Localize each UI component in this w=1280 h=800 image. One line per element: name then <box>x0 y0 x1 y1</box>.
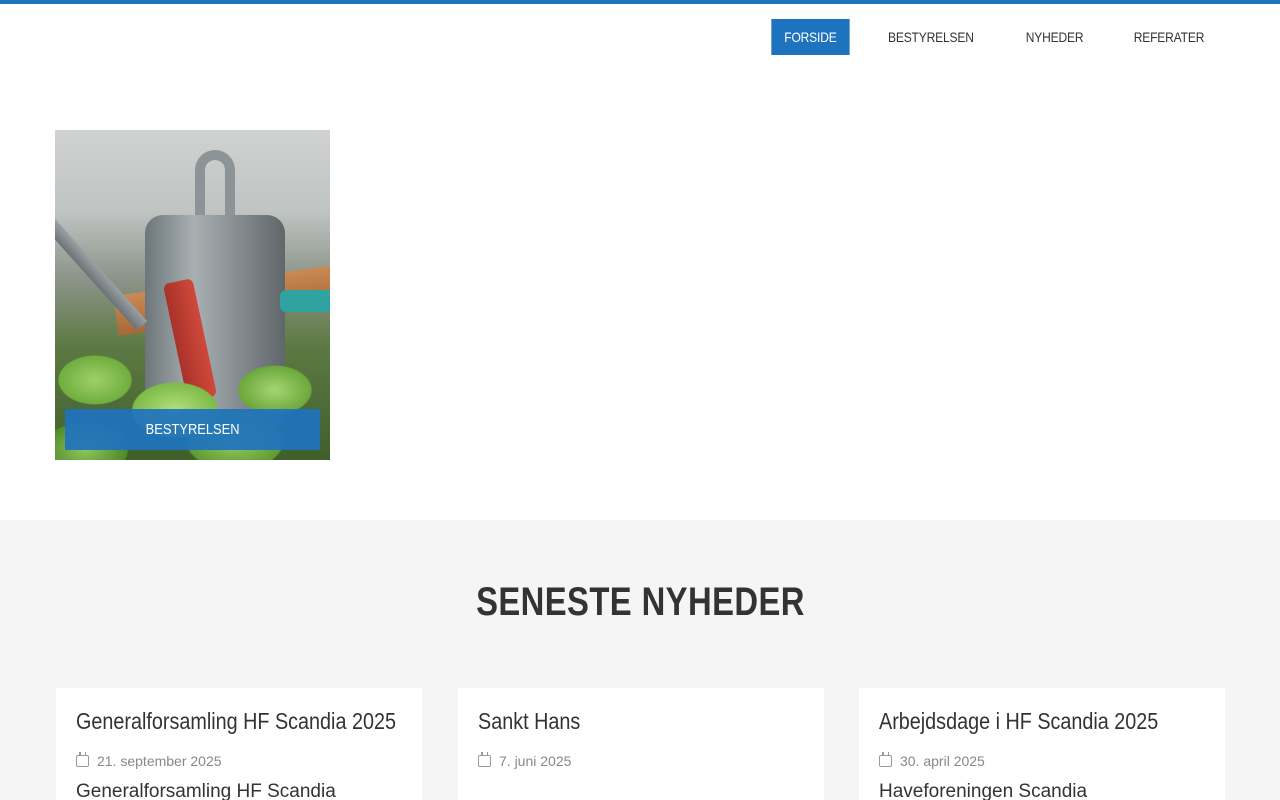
calendar-icon <box>478 752 491 767</box>
news-card-excerpt: Haveforeningen Scandia <box>879 781 1088 800</box>
news-card-title-text[interactable]: Sankt Hans <box>478 708 580 735</box>
news-card-title-text[interactable]: Generalforsamling HF Scandia 2025 <box>76 708 396 735</box>
news-section-title-text: SENESTE NYHEDER <box>475 580 805 624</box>
feature-card-label-text: BESTYRELSEN <box>145 421 240 438</box>
news-card-title[interactable]: Generalforsamling HF Scandia 2025 <box>76 708 402 735</box>
top-accent-bar <box>0 0 1280 4</box>
news-card[interactable]: Arbejdsdage i HF Scandia 2025 30. april … <box>859 688 1225 800</box>
feature-card-label[interactable]: BESTYRELSEN <box>65 409 320 450</box>
news-card-date-text: 30. april 2025 <box>900 753 985 769</box>
news-section-title: SENESTE NYHEDER <box>0 580 1280 625</box>
nav-item-referater[interactable]: REFERATER <box>1121 19 1217 55</box>
calendar-icon <box>76 752 89 767</box>
news-card[interactable]: Generalforsamling HF Scandia 2025 21. se… <box>56 688 422 800</box>
news-card-title-text[interactable]: Arbejdsdage i HF Scandia 2025 <box>879 708 1158 735</box>
news-card-date: 7. juni 2025 <box>478 752 804 769</box>
latest-news-section: SENESTE NYHEDER Generalforsamling HF Sca… <box>0 520 1280 800</box>
main-navigation: FORSIDE BESTYRELSEN NYHEDER REFERATER <box>765 19 1225 55</box>
nav-item-bestyrelsen[interactable]: BESTYRELSEN <box>875 19 987 55</box>
news-card-date: 21. september 2025 <box>76 752 402 769</box>
nav-item-forside[interactable]: FORSIDE <box>771 19 850 55</box>
calendar-icon <box>879 752 892 767</box>
news-card-date: 30. april 2025 <box>879 752 1205 769</box>
news-card-date-text: 21. september 2025 <box>97 753 222 769</box>
news-card-title[interactable]: Sankt Hans <box>478 708 804 735</box>
feature-card-bestyrelsen[interactable]: BESTYRELSEN <box>55 130 330 460</box>
image-can-spout <box>55 202 148 331</box>
news-card-title[interactable]: Arbejdsdage i HF Scandia 2025 <box>879 708 1205 735</box>
news-card-excerpt: Generalforsamling HF Scandia <box>76 781 336 800</box>
nav-item-nyheder[interactable]: NYHEDER <box>1013 19 1096 55</box>
news-card[interactable]: Sankt Hans 7. juni 2025 <box>458 688 824 800</box>
image-teal-handle <box>280 290 330 312</box>
news-card-date-text: 7. juni 2025 <box>499 753 572 769</box>
